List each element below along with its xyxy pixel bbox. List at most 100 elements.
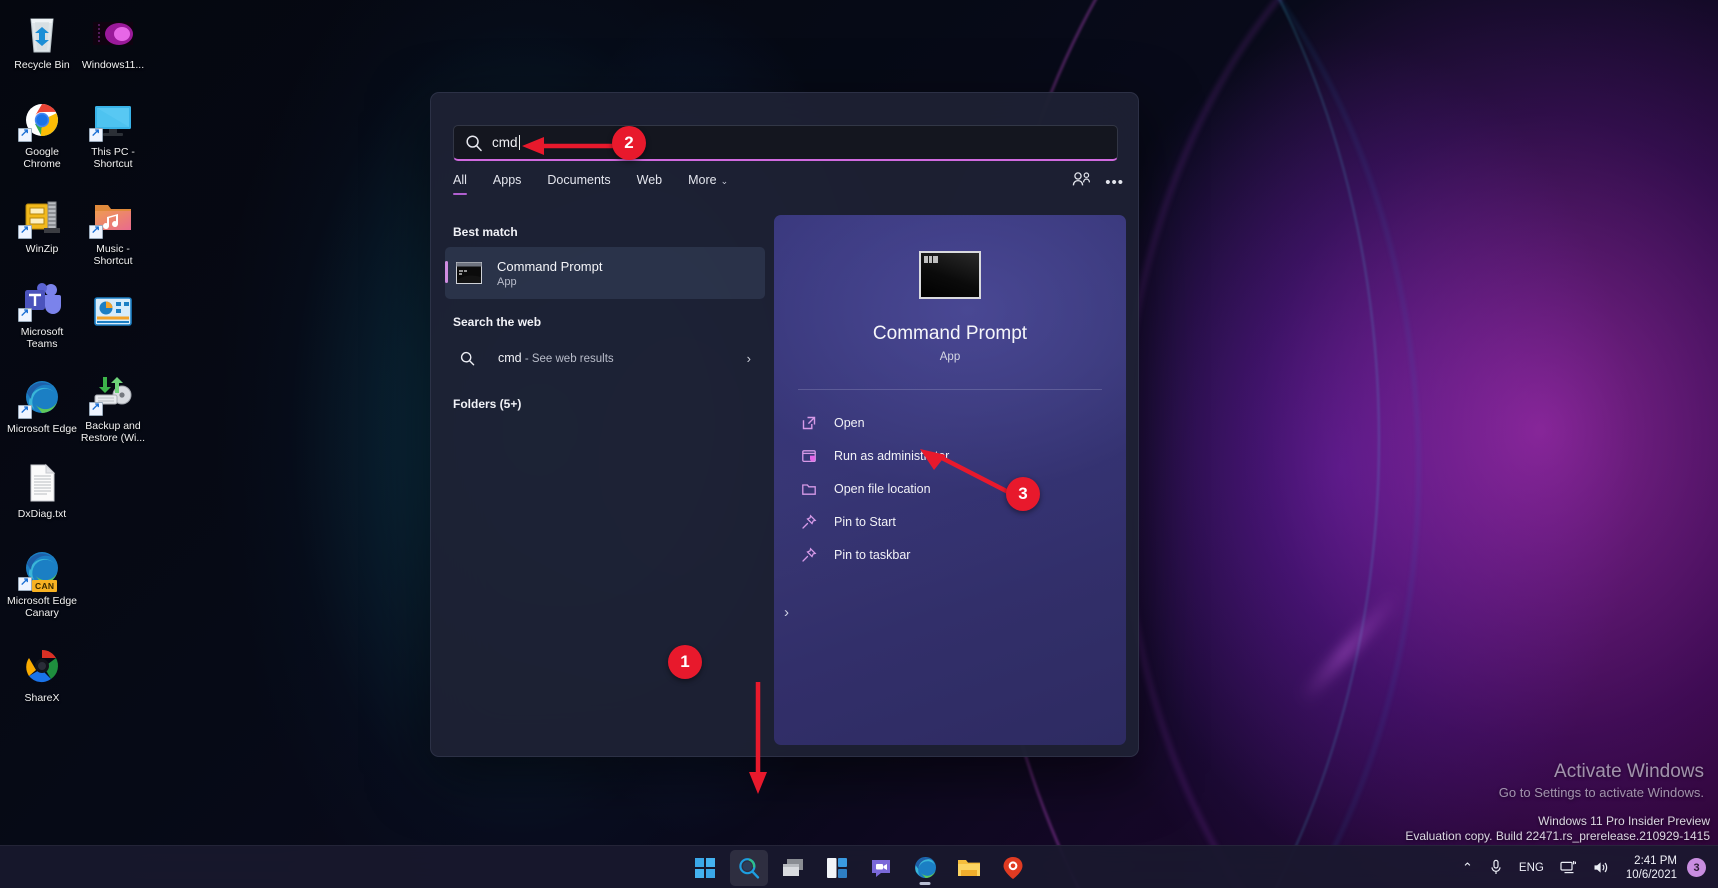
- pin-to-start-action[interactable]: Pin to Start: [790, 507, 1110, 536]
- sharex-icon: [18, 643, 66, 689]
- desktop-icon-control-panel[interactable]: [77, 285, 149, 335]
- search-flyout-panel: cmd All Apps Documents Web More ⌄ ••• Be…: [430, 92, 1139, 757]
- shortcut-overlay-icon: [89, 400, 103, 416]
- recycle-bin-icon: [18, 10, 66, 56]
- desktop-icon-label: Google Chrome: [23, 146, 61, 170]
- preview-collapse-chevron-icon[interactable]: ›: [784, 604, 789, 621]
- build-info-line1: Windows 11 Pro Insider Preview: [1538, 814, 1710, 828]
- tab-web[interactable]: Web: [637, 171, 662, 195]
- best-match-heading: Best match: [453, 225, 518, 239]
- tray-network-button[interactable]: [1552, 852, 1585, 884]
- desktop-icon-music-shortcut[interactable]: Music - Shortcut: [77, 190, 149, 267]
- taskbar-edge-button[interactable]: [906, 850, 944, 886]
- open-external-icon: [800, 414, 818, 432]
- notification-count-badge[interactable]: 3: [1687, 858, 1706, 877]
- account-switch-icon[interactable]: [1072, 171, 1091, 193]
- text-file-icon: [18, 459, 66, 505]
- desktop-icon-recycle-bin[interactable]: Recycle Bin: [6, 6, 78, 71]
- control-panel-icon: [89, 289, 137, 335]
- result-subtitle: App: [497, 275, 517, 288]
- tab-more[interactable]: More ⌄: [688, 171, 728, 195]
- chevron-right-icon[interactable]: ›: [747, 351, 751, 366]
- sharex-icon: [1003, 856, 1023, 879]
- desktop-icon-label: Microsoft Edge Canary: [6, 595, 78, 619]
- shortcut-overlay-icon: [18, 223, 32, 239]
- folder-icon: [800, 480, 818, 498]
- widgets-icon: [827, 857, 847, 878]
- build-info-overlay: Windows 11 Pro Insider Preview Evaluatio…: [1405, 814, 1710, 844]
- taskbar-start-button[interactable]: [686, 850, 724, 886]
- pin-to-taskbar-action[interactable]: Pin to taskbar: [790, 540, 1110, 569]
- taskbar-search-button[interactable]: [730, 849, 768, 886]
- edge-canary-icon: CAN: [18, 546, 66, 592]
- annotation-badge-1: 1: [668, 645, 702, 679]
- open-action[interactable]: Open: [790, 408, 1110, 437]
- desktop-icon-microsoft-teams[interactable]: Microsoft Teams: [6, 273, 78, 350]
- tray-overflow-button[interactable]: ⌃: [1454, 852, 1481, 884]
- preview-app-kind: App: [939, 351, 961, 363]
- shield-admin-icon: [800, 447, 818, 465]
- action-label: Pin to taskbar: [834, 547, 911, 562]
- desktop-icon-label: Windows11...: [81, 59, 145, 71]
- action-label: Pin to Start: [834, 514, 896, 529]
- tray-microphone-button[interactable]: [1481, 852, 1511, 884]
- desktop-icon-microsoft-edge[interactable]: Microsoft Edge: [6, 370, 78, 435]
- taskbar-task-view-button[interactable]: [774, 850, 812, 886]
- pin-icon: [800, 513, 818, 531]
- file-explorer-icon: [958, 859, 980, 876]
- web-result-query: cmd: [498, 351, 522, 365]
- desktop[interactable]: Recycle Bin Google Chrome: [0, 0, 1718, 888]
- search-results-list: Best match Command Prompt App Search the…: [439, 215, 771, 745]
- desktop-icon-label: DxDiag.txt: [17, 508, 67, 520]
- desktop-icon-winzip[interactable]: WinZip: [6, 190, 78, 255]
- result-item-command-prompt[interactable]: Command Prompt App: [445, 247, 765, 299]
- tray-date: 10/6/2021: [1625, 868, 1677, 881]
- command-prompt-large-icon: [919, 251, 981, 299]
- tab-label: Apps: [492, 173, 522, 187]
- desktop-icon-google-chrome[interactable]: Google Chrome: [6, 93, 78, 170]
- result-item-web-search[interactable]: cmd - See web results ›: [445, 337, 765, 379]
- preview-app-name: Command Prompt: [872, 323, 1028, 344]
- tab-apps[interactable]: Apps: [493, 171, 522, 195]
- tray-clock[interactable]: 2:41 PM 10/6/2021: [1618, 854, 1683, 882]
- desktop-icon-microsoft-edge-canary[interactable]: CAN Microsoft Edge Canary: [6, 542, 78, 619]
- search-icon: [739, 857, 760, 879]
- taskbar-button-group: [686, 846, 1032, 888]
- desktop-icon-this-pc[interactable]: This PC - Shortcut: [77, 93, 149, 170]
- preview-divider: [798, 389, 1102, 390]
- system-tray: ⌃ ENG 2:41 PM 10/6/2021 3: [1454, 846, 1710, 888]
- web-result-label: cmd - See web results: [498, 351, 614, 365]
- network-icon: [1560, 861, 1576, 874]
- wallpaper-streak: [1297, 590, 1403, 704]
- more-options-icon[interactable]: •••: [1105, 174, 1124, 191]
- desktop-icon-backup-and-restore[interactable]: Backup and Restore (Wi...: [77, 367, 149, 444]
- search-tab-row: All Apps Documents Web More ⌄: [453, 171, 1118, 205]
- winzip-icon: [18, 194, 66, 240]
- watermark-title: Activate Windows: [1554, 761, 1704, 782]
- desktop-icon-label: Microsoft Teams: [20, 326, 64, 350]
- search-icon: [459, 350, 476, 367]
- volume-icon: [1594, 862, 1607, 873]
- desktop-icon-dxdiag-txt[interactable]: DxDiag.txt: [6, 455, 78, 520]
- tray-language-indicator[interactable]: ENG: [1511, 852, 1552, 884]
- shortcut-overlay-icon: [89, 126, 103, 142]
- edge-icon: [18, 374, 66, 420]
- taskbar-file-explorer-button[interactable]: [950, 850, 988, 886]
- tray-volume-button[interactable]: [1585, 852, 1618, 884]
- desktop-icon-sharex[interactable]: ShareX: [6, 639, 78, 704]
- tab-documents[interactable]: Documents: [547, 171, 610, 195]
- chevron-down-icon: ⌄: [720, 176, 729, 186]
- taskbar: ⌃ ENG 2:41 PM 10/6/2021 3: [0, 845, 1718, 888]
- shortcut-overlay-icon: [18, 575, 32, 591]
- taskbar-widgets-button[interactable]: [818, 850, 856, 886]
- taskbar-sharex-button[interactable]: [994, 850, 1032, 886]
- image-thumbnail-icon: [89, 10, 137, 56]
- desktop-icon-windows11-image[interactable]: Windows11...: [77, 6, 149, 71]
- teams-icon: [18, 277, 66, 323]
- taskbar-chat-button[interactable]: [862, 850, 900, 886]
- annotation-badge-3: 3: [1006, 477, 1040, 511]
- shortcut-overlay-icon: [18, 126, 32, 142]
- shortcut-overlay-icon: [18, 403, 32, 419]
- tab-all[interactable]: All: [453, 171, 467, 195]
- wallpaper-arc-4: [1120, 0, 1718, 888]
